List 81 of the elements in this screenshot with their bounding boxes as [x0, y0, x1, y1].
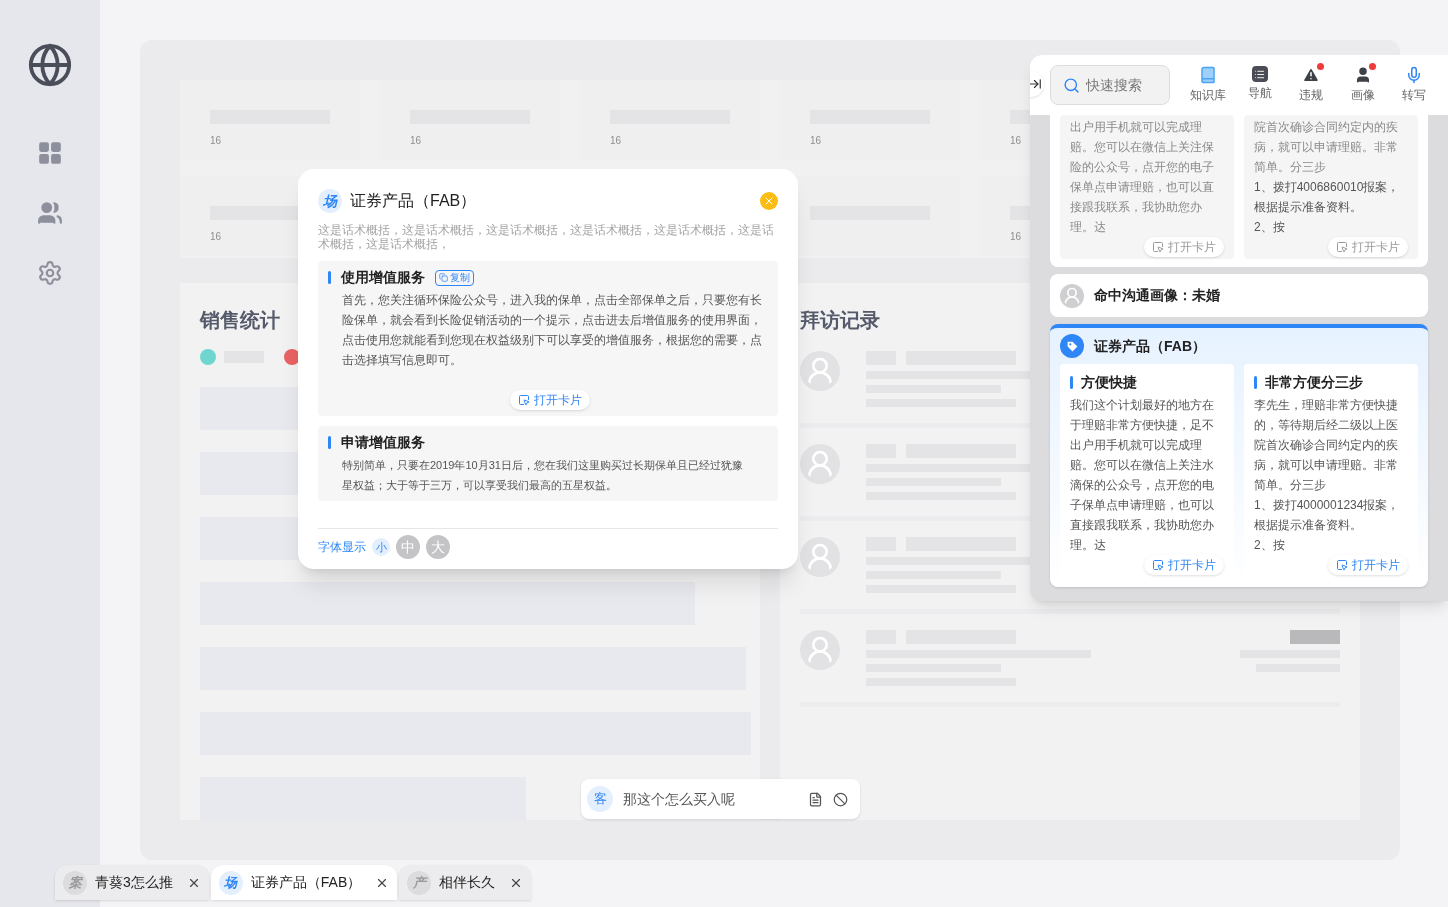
stat-value: 16 [210, 136, 223, 146]
search-field[interactable]: 快速搜索 [1050, 65, 1170, 105]
settings-icon[interactable] [37, 260, 63, 286]
open-card-button[interactable]: 打开卡片 [510, 390, 590, 410]
search-input[interactable]: 快速搜索 [1086, 74, 1156, 96]
toolbar-tool[interactable]: 导航 [1239, 66, 1280, 104]
stat-value: 16 [410, 136, 423, 146]
section-title: 销售统计 [200, 308, 280, 333]
close-icon [763, 195, 775, 207]
section-title: 拜访记录 [800, 308, 880, 333]
tab-logo: 案 [63, 870, 87, 895]
cursor-square-icon [1152, 241, 1164, 253]
avatar-icon [800, 630, 840, 670]
toolbar-tool[interactable]: 转写 [1394, 66, 1434, 104]
collapse-icon [1030, 77, 1042, 91]
open-card-button[interactable]: 打开卡片 [1144, 237, 1224, 257]
column-title: 方便快捷 [1081, 373, 1137, 392]
avatar-icon [1060, 283, 1084, 308]
document-tab[interactable]: 案 青葵3怎么推 [55, 865, 209, 900]
section-heading: 申请增值服务 [341, 433, 425, 452]
column-text: 我们这个计划最好的地方在于理赔非常方便快捷，足不出户用手机就可以完成理赔。您可以在微信上关注水滴保的公众号，点开您的电子保单点申请理赔，也可以直接跟我联系，我协助您办理。达 [1070, 397, 1215, 554]
avatar-icon [800, 444, 840, 484]
cursor-square-icon [518, 394, 530, 406]
search-icon [1063, 76, 1080, 94]
section-body: 首先，您关注循环保险公众号，进入我的保单，点击全部保单之后，只要您有长险保单，就会看到长险促销活动的一个提示，点击进去后增值服务的使用界面，点击使用您就能看到您现在权益级别下可以享受的增值服务，根据您的需要，点击选择填写信息即可。 [342, 292, 763, 369]
message-text: 那这个怎么买入呢 [623, 789, 736, 809]
font-size-option[interactable]: 小 [372, 538, 390, 556]
toolbar-tool[interactable]: 画像 [1342, 66, 1383, 104]
column-text: 1、拨打4000001234报案，根据提示准备资料。 [1254, 497, 1401, 534]
copy-icon [439, 273, 448, 282]
product-title: 证券产品（FAB） [1094, 336, 1206, 356]
cursor-square-icon [1336, 559, 1348, 571]
section-body: 特别简单，只要在2019年10月31日后，您在我们这里购买过长期保单且已经过犹豫 [342, 458, 744, 473]
column-title: 非常方便分三步 [1265, 373, 1363, 392]
accent-bar [1070, 376, 1073, 389]
accent-bar [1254, 376, 1257, 389]
toolbar-tool[interactable]: 知识库 [1188, 66, 1228, 104]
document-tab[interactable]: 产 相伴长久 [399, 865, 532, 900]
toolbar-tool[interactable]: 违规 [1291, 66, 1331, 104]
column-text: 1、拨打4006860010报案，根据提示准备资料。 [1254, 179, 1401, 216]
portrait-text: 命中沟通画像：未婚 [1094, 286, 1220, 305]
warning-icon [1302, 66, 1320, 84]
column-text: 2、按 [1254, 537, 1286, 554]
column-text: 出户用手机就可以完成理赔。您可以在微信上关注保险的公众号，点开您的电子保单点申请理赔，也可以直接跟我联系，我协助您办理。达 [1070, 119, 1215, 236]
microphone-icon [1405, 66, 1423, 84]
book-icon [1199, 66, 1217, 84]
column-text: 院首次确诊合同约定内的疾病，就可以申请理赔。非常简单。分三步 [1254, 119, 1399, 176]
stat-value: 16 [1010, 136, 1023, 146]
open-card-button[interactable]: 打开卡片 [1328, 555, 1408, 575]
avatar-icon [800, 537, 840, 577]
stat-value: 16 [610, 136, 623, 146]
summary-text: 这是话术概括，这是话术概括，这是话术概括，这是话术概括，这是话术概括，这是话术概括，这是话术概括， [318, 223, 775, 251]
globe-logo-icon [27, 42, 73, 88]
grid-icon[interactable] [37, 140, 63, 166]
font-size-label: 字体显示 [318, 539, 366, 556]
logo-badge: 场 [318, 189, 342, 213]
cursor-square-icon [1336, 241, 1348, 253]
stat-value: 16 [810, 136, 823, 146]
document-tab[interactable]: 场 证券产品（FAB） [210, 865, 398, 900]
open-card-button[interactable]: 打开卡片 [1328, 237, 1408, 257]
document-icon[interactable] [808, 791, 823, 807]
accent-bar [328, 271, 331, 284]
stat-value: 16 [210, 232, 223, 242]
copy-button[interactable]: 复制 [435, 269, 474, 286]
tab-logo: 场 [218, 870, 243, 895]
avatar-icon [800, 351, 840, 391]
section-heading: 使用增值服务 [341, 268, 425, 287]
column-text: 李先生，理赔非常方便快捷的，等待期后经二级以上医院首次确诊合同约定内的疾病，就可以申请理赔。非常简单。分三步 [1254, 397, 1399, 494]
accent-bar [328, 436, 331, 449]
open-card-button[interactable]: 打开卡片 [1144, 555, 1224, 575]
block-icon[interactable] [833, 791, 848, 807]
list-icon [1251, 66, 1268, 82]
tab-logo: 产 [407, 870, 432, 895]
dialog-title: 证券产品（FAB） [350, 191, 478, 211]
stat-value: 16 [1010, 232, 1023, 242]
users-icon[interactable] [37, 200, 63, 226]
tag-badge-icon [1060, 334, 1084, 358]
section-body: 星权益；大于等于三万，可以享受我们最高的五星权益。 [342, 478, 618, 493]
cursor-square-icon [1152, 559, 1164, 571]
customer-avatar: 客 [587, 786, 613, 812]
column-text: 2、按 [1254, 219, 1286, 236]
